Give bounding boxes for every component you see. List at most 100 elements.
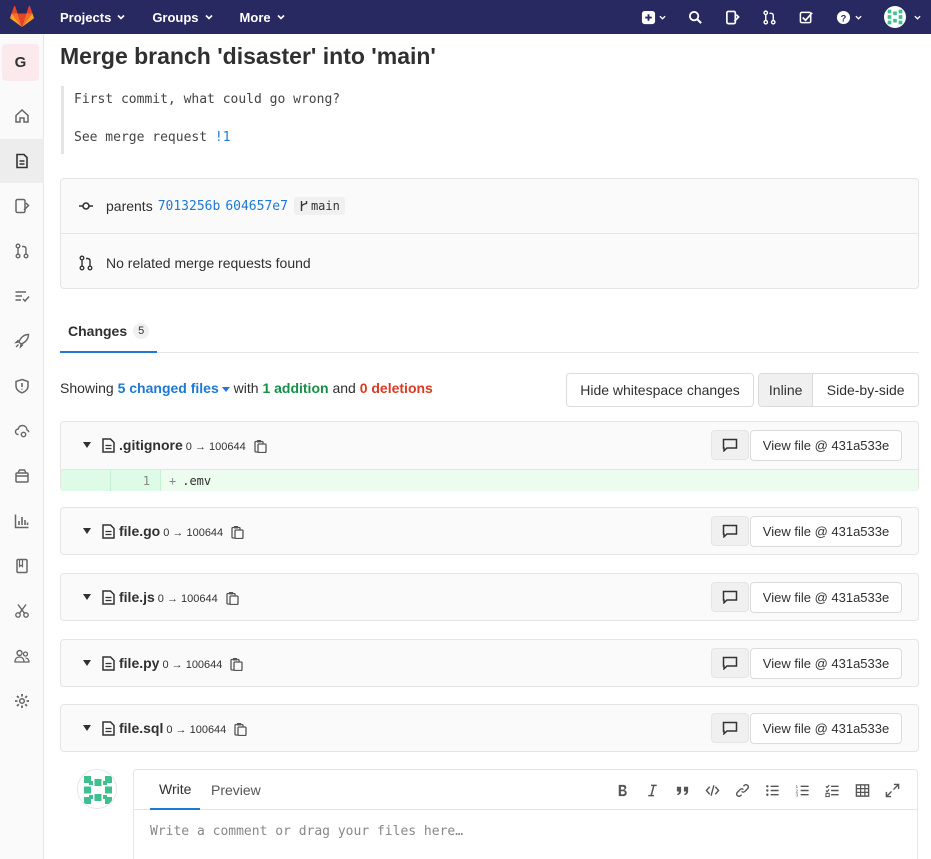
diff-file-header[interactable]: file.go 0 → 100644 View file @ 431a533e — [61, 508, 918, 554]
sidebar-item-deployments[interactable] — [0, 409, 44, 453]
file-mode-change: 0 → 100644 — [166, 723, 227, 736]
sidebar-item-project-overview[interactable] — [0, 94, 44, 138]
bold-button[interactable] — [613, 781, 631, 799]
sidebar-item-analytics[interactable] — [0, 499, 44, 543]
collapse-caret-icon[interactable] — [83, 594, 91, 600]
project-avatar[interactable]: G — [2, 44, 39, 81]
gear-icon — [15, 694, 29, 708]
file-mode-change: 0 → 100644 — [163, 526, 224, 539]
svg-text:?: ? — [841, 13, 847, 23]
view-file-button[interactable]: View file @ 431a533e — [750, 581, 902, 613]
bullet-list-button[interactable] — [763, 781, 781, 799]
inline-view-button[interactable]: Inline — [759, 374, 814, 406]
view-file-button[interactable]: View file @ 431a533e — [750, 712, 902, 744]
task-list-button[interactable] — [823, 781, 841, 799]
diff-file-header[interactable]: file.py 0 → 100644 View file @ 431a533e — [61, 640, 918, 686]
comment-toggle-button[interactable] — [711, 582, 749, 612]
merge-request-icon — [763, 9, 776, 25]
file-name-text: .gitignore — [119, 436, 183, 453]
branch-badge[interactable]: main — [293, 197, 345, 215]
diff-file-header[interactable]: .gitignore 0 → 100644 View file @ 431a533… — [61, 422, 918, 468]
write-tab[interactable]: Write — [150, 770, 201, 810]
sidebar-item-issues[interactable] — [0, 184, 44, 228]
new-item-dropdown[interactable] — [629, 0, 677, 34]
fullscreen-button[interactable] — [883, 781, 901, 799]
view-file-button[interactable]: View file @ 431a533e — [750, 515, 902, 547]
package-icon — [15, 469, 29, 483]
gitlab-logo-icon[interactable] — [0, 0, 44, 34]
link-icon — [735, 783, 749, 797]
comment-toggle-button[interactable] — [711, 516, 749, 546]
todos-button[interactable] — [788, 0, 825, 34]
sidebar-item-packages[interactable] — [0, 454, 44, 498]
quote-button[interactable] — [673, 781, 691, 799]
new-line-number[interactable]: 1 — [111, 470, 161, 491]
parent-sha-link[interactable]: 7013256b — [158, 199, 221, 214]
copy-clipboard-icon[interactable] — [254, 439, 267, 454]
collapse-caret-icon[interactable] — [83, 442, 91, 448]
comment-toggle-button[interactable] — [711, 648, 749, 678]
issues-button[interactable] — [714, 0, 751, 34]
deletions-count: 0 deletions — [359, 380, 433, 396]
help-dropdown[interactable]: ? — [825, 0, 873, 34]
hide-whitespace-button[interactable]: Hide whitespace changes — [566, 373, 754, 407]
merge-requests-button[interactable] — [751, 0, 788, 34]
parent-sha-link[interactable]: 604657e7 — [225, 199, 288, 214]
user-menu-dropdown[interactable] — [873, 0, 931, 34]
copy-clipboard-icon[interactable] — [231, 525, 244, 540]
sidebar-item-snippets[interactable] — [0, 589, 44, 633]
related-mrs-row: No related merge requests found — [61, 235, 918, 290]
sidebar-item-requirements[interactable] — [0, 274, 44, 318]
preview-tab[interactable]: Preview — [211, 770, 261, 810]
sidebar-item-merge-requests[interactable] — [0, 229, 44, 273]
list-check-icon — [15, 291, 30, 303]
sidebar-item-repository[interactable] — [0, 139, 44, 183]
nav-more-dropdown[interactable]: More — [224, 10, 296, 25]
collapse-caret-icon[interactable] — [83, 528, 91, 534]
file-icon — [102, 589, 115, 605]
diff-file: file.py 0 → 100644 View file @ 431a533e — [60, 639, 919, 687]
copy-clipboard-icon[interactable] — [226, 591, 239, 606]
changed-files-dropdown[interactable]: 5 changed files — [118, 380, 230, 396]
table-button[interactable] — [853, 781, 871, 799]
collapse-caret-icon[interactable] — [83, 725, 91, 731]
code-button[interactable] — [703, 781, 721, 799]
diff-file-header[interactable]: file.js 0 → 100644 View file @ 431a533e — [61, 574, 918, 620]
top-navbar: Projects Groups More ? — [0, 0, 931, 34]
diff-file-name: file.js 0 → 100644 — [119, 589, 239, 606]
diff-added-line: 1 + .emv — [61, 469, 918, 491]
comment-toggle-button[interactable] — [711, 430, 749, 460]
comment-icon — [722, 590, 738, 604]
diff-file: file.go 0 → 100644 View file @ 431a533e — [60, 507, 919, 555]
sidebar-item-members[interactable] — [0, 634, 44, 678]
project-sidebar: G — [0, 34, 44, 859]
sidebar-item-ci-cd[interactable] — [0, 319, 44, 363]
view-file-button[interactable]: View file @ 431a533e — [750, 429, 902, 461]
italic-button[interactable] — [643, 781, 661, 799]
comment-icon — [722, 721, 738, 735]
nav-projects-dropdown[interactable]: Projects — [44, 10, 136, 25]
copy-clipboard-icon[interactable] — [230, 657, 244, 672]
sidebar-item-security[interactable] — [0, 364, 44, 408]
sidebar-item-wiki[interactable] — [0, 544, 44, 588]
sidebar-item-settings[interactable] — [0, 679, 44, 723]
file-mode-change: 0 → 100644 — [157, 592, 218, 605]
diff-file-header[interactable]: file.sql 0 → 100644 View file @ 431a533e — [61, 705, 918, 751]
tab-changes[interactable]: Changes 5 — [60, 310, 157, 353]
side-by-side-view-button[interactable]: Side-by-side — [813, 374, 918, 406]
document-icon — [16, 153, 28, 169]
copy-clipboard-icon[interactable] — [234, 722, 247, 737]
commit-description: First commit, what could go wrong? See m… — [61, 86, 361, 154]
search-button[interactable] — [677, 0, 714, 34]
nav-groups-dropdown[interactable]: Groups — [136, 10, 223, 25]
link-button[interactable] — [733, 781, 751, 799]
comment-textarea[interactable]: Write a comment or drag your files here… — [150, 824, 463, 839]
diff-file: file.sql 0 → 100644 View file @ 431a533e — [60, 704, 919, 752]
diff-stats-summary: Showing 5 changed files with 1 addition … — [60, 380, 433, 396]
branch-icon — [300, 201, 308, 211]
merge-request-link[interactable]: !1 — [215, 130, 231, 145]
comment-toggle-button[interactable] — [711, 713, 749, 743]
view-file-button[interactable]: View file @ 431a533e — [750, 647, 902, 679]
numbered-list-button[interactable]: 123 — [793, 781, 811, 799]
collapse-caret-icon[interactable] — [83, 660, 91, 666]
